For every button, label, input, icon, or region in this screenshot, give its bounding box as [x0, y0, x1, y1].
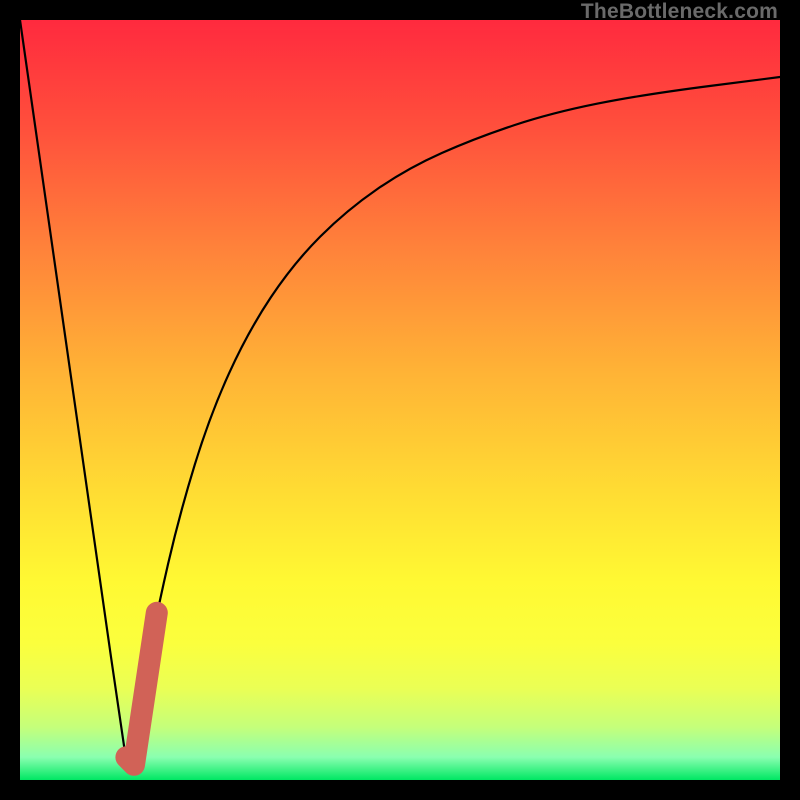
chart-frame: TheBottleneck.com	[0, 0, 800, 800]
bottleneck-chart	[20, 20, 780, 780]
gradient-background	[20, 20, 780, 780]
